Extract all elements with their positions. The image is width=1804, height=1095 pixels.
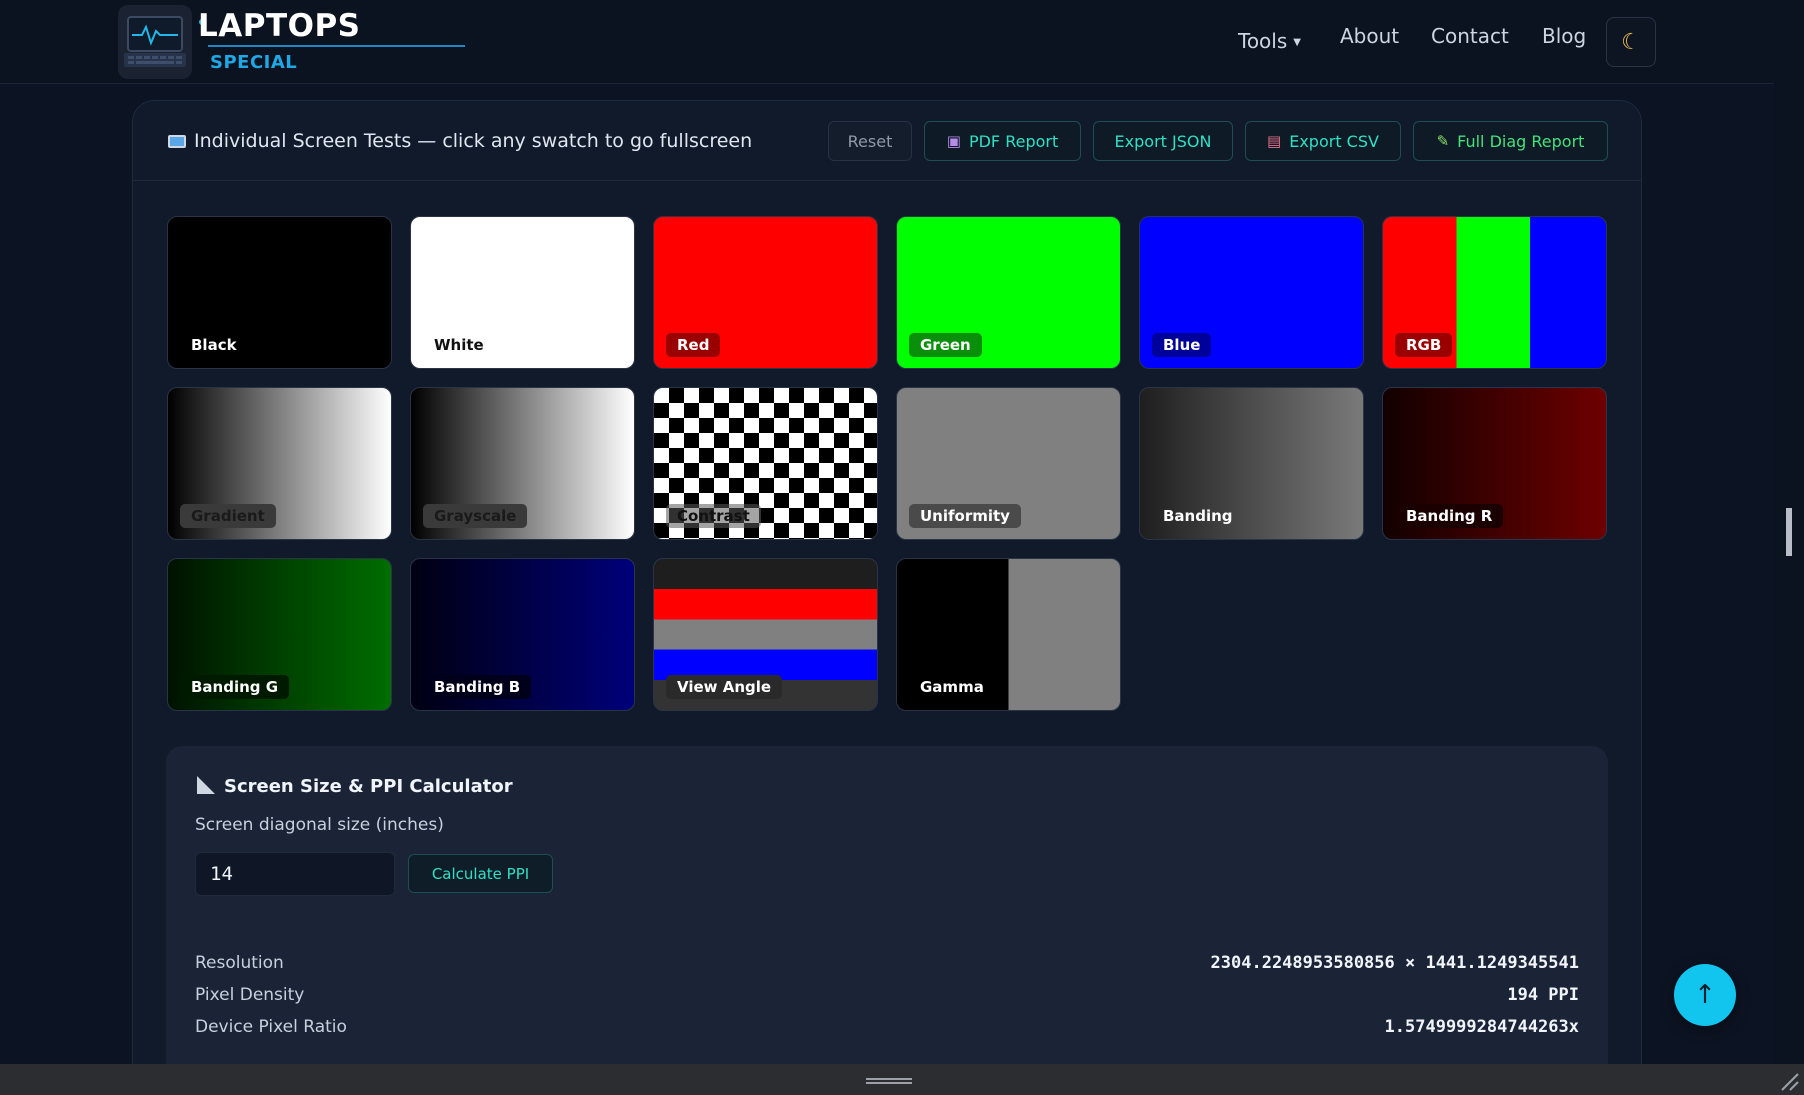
full-diag-report-label: Full Diag Report bbox=[1457, 131, 1585, 151]
logo-underline bbox=[208, 45, 465, 47]
panel-title-text: Individual Screen Tests — click any swat… bbox=[194, 130, 753, 152]
swatch-rgb[interactable]: RGB bbox=[1382, 216, 1607, 369]
swatch-banding-g[interactable]: Banding G bbox=[167, 558, 392, 711]
logo-title[interactable]: LAPTOPS bbox=[198, 8, 361, 44]
panel-title: Individual Screen Tests — click any swat… bbox=[168, 130, 752, 152]
export-csv-label: Export CSV bbox=[1289, 131, 1379, 151]
resolution-value: 2304.2248953580856 × 1441.1249345541 bbox=[1210, 953, 1579, 973]
export-json-label: Export JSON bbox=[1114, 131, 1212, 151]
nav-tools[interactable]: Tools ▼ bbox=[1238, 29, 1301, 53]
swatch-black[interactable]: Black bbox=[167, 216, 392, 369]
nav-tools-label: Tools bbox=[1238, 29, 1288, 53]
pixel-density-label: Pixel Density bbox=[195, 985, 305, 1005]
pdf-report-label: PDF Report bbox=[968, 131, 1059, 151]
swatch-banding-r[interactable]: Banding R bbox=[1382, 387, 1607, 540]
resolution-label: Resolution bbox=[195, 953, 284, 973]
swatch-label: Gamma bbox=[920, 678, 984, 696]
pixel-density-value: 194 PPI bbox=[1507, 985, 1579, 1005]
back-to-top-button[interactable]: ↑ bbox=[1674, 964, 1736, 1026]
package-icon: ▤ bbox=[1267, 132, 1282, 150]
swatch-gradient[interactable]: Gradient bbox=[167, 387, 392, 540]
swatch-label: RGB bbox=[1395, 333, 1453, 357]
pencil-icon: ✎ bbox=[1436, 132, 1450, 150]
monitor-icon bbox=[168, 135, 186, 148]
swatch-contrast[interactable]: Contrast bbox=[653, 387, 878, 540]
swatch-banding[interactable]: Banding bbox=[1139, 387, 1364, 540]
scrollbar-thumb[interactable] bbox=[1786, 508, 1792, 556]
reset-button-label: Reset bbox=[847, 131, 893, 151]
nav-contact[interactable]: Contact bbox=[1431, 24, 1509, 48]
export-csv-button[interactable]: ▤ Export CSV bbox=[1245, 121, 1401, 161]
swatch-blue[interactable]: Blue bbox=[1139, 216, 1364, 369]
panel-divider bbox=[132, 180, 1642, 181]
diagonal-size-input[interactable] bbox=[195, 852, 395, 896]
swatch-label: White bbox=[434, 336, 484, 354]
pdf-report-button[interactable]: ▣ PDF Report bbox=[924, 121, 1081, 161]
swatch-label: Gradient bbox=[180, 504, 276, 528]
caret-down-icon: ▼ bbox=[1293, 37, 1301, 48]
nav-blog[interactable]: Blog bbox=[1542, 24, 1586, 48]
logo-icon[interactable] bbox=[118, 5, 192, 79]
swatch-red[interactable]: Red bbox=[653, 216, 878, 369]
calculator-title: Screen Size & PPI Calculator bbox=[197, 776, 513, 797]
swatch-uniformity[interactable]: Uniformity bbox=[896, 387, 1121, 540]
nav-about[interactable]: About bbox=[1340, 24, 1399, 48]
swatch-label: Banding G bbox=[180, 675, 290, 699]
swatch-label: Grayscale bbox=[423, 504, 528, 528]
swatch-label: Uniformity bbox=[909, 504, 1021, 528]
swatch-gamma[interactable]: Gamma bbox=[896, 558, 1121, 711]
full-diag-report-button[interactable]: ✎ Full Diag Report bbox=[1413, 121, 1608, 161]
swatch-label: Green bbox=[909, 333, 982, 357]
calculator-title-text: Screen Size & PPI Calculator bbox=[224, 776, 513, 797]
device-pixel-ratio-value: 1.5749999284744263x bbox=[1384, 1017, 1579, 1037]
diagonal-size-label: Screen diagonal size (inches) bbox=[195, 815, 444, 835]
reset-button[interactable]: Reset bbox=[828, 121, 912, 161]
calculate-ppi-button[interactable]: Calculate PPI bbox=[408, 854, 553, 893]
swatch-banding-b[interactable]: Banding B bbox=[410, 558, 635, 711]
floppy-disk-icon: ▣ bbox=[946, 132, 961, 150]
swatch-label: View Angle bbox=[666, 675, 783, 699]
resize-corner-icon[interactable] bbox=[1780, 1072, 1800, 1092]
logo-subtitle: SPECIAL bbox=[210, 52, 298, 73]
swatch-label: Banding B bbox=[423, 675, 532, 699]
drag-handle-icon[interactable] bbox=[866, 1078, 912, 1084]
swatch-label: Black bbox=[191, 336, 237, 354]
triangular-ruler-icon bbox=[197, 776, 215, 794]
device-pixel-ratio-label: Device Pixel Ratio bbox=[195, 1017, 347, 1037]
swatch-label: Blue bbox=[1152, 333, 1212, 357]
swatch-white[interactable]: White bbox=[410, 216, 635, 369]
swatch-label: Banding bbox=[1163, 507, 1233, 525]
swatch-label: Contrast bbox=[666, 504, 761, 528]
swatch-grayscale[interactable]: Grayscale bbox=[410, 387, 635, 540]
arrow-up-icon: ↑ bbox=[1694, 980, 1716, 1010]
moon-icon: ☾ bbox=[1621, 29, 1641, 55]
swatch-green[interactable]: Green bbox=[896, 216, 1121, 369]
swatch-label: Banding R bbox=[1395, 504, 1504, 528]
swatch-label: Red bbox=[666, 333, 721, 357]
export-json-button[interactable]: Export JSON bbox=[1093, 121, 1233, 161]
swatch-view-angle[interactable]: View Angle bbox=[653, 558, 878, 711]
theme-toggle-button[interactable]: ☾ bbox=[1606, 17, 1656, 67]
